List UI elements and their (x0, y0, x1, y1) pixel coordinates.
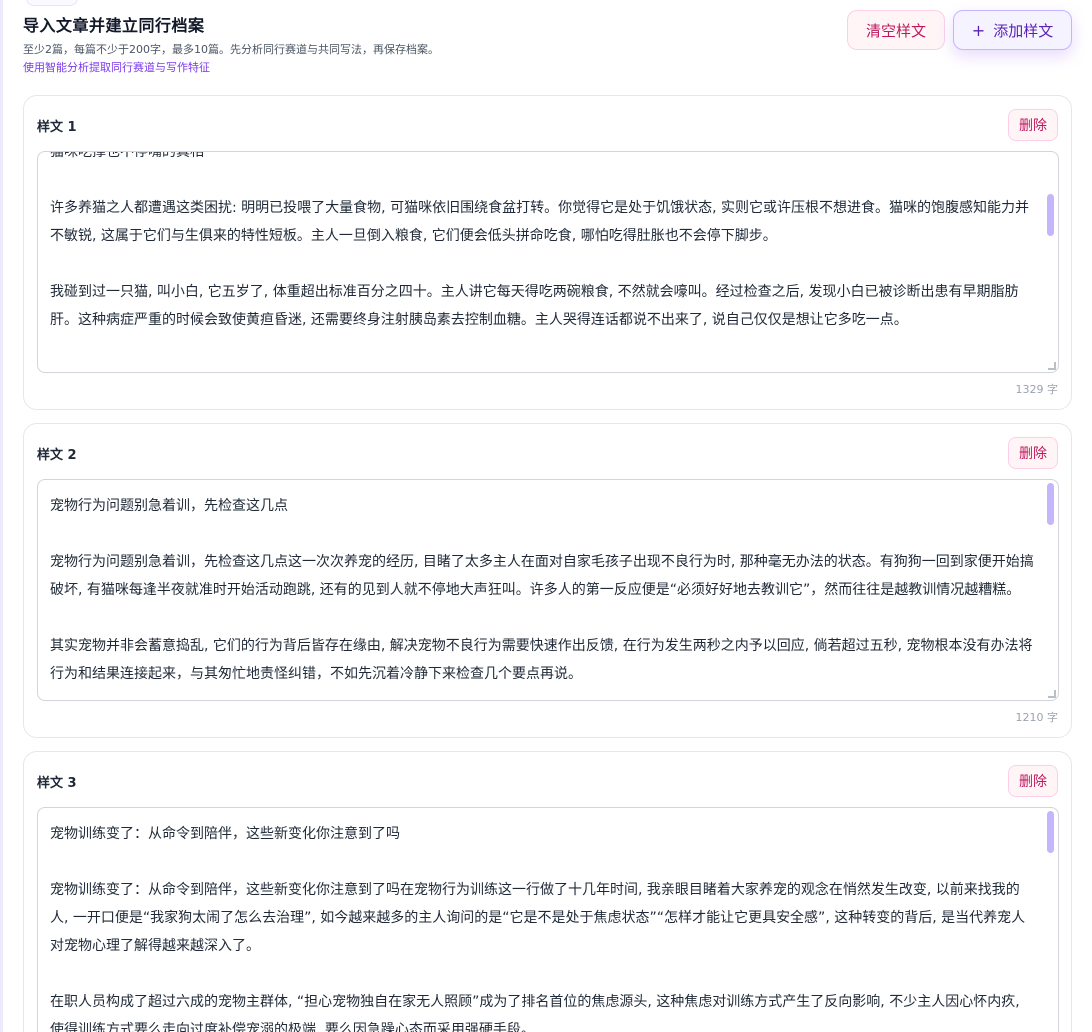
page-title: 导入文章并建立同行档案 (23, 16, 205, 35)
sample-paragraph: 许多养猫之人都遭遇这类困扰: 明明已投喂了大量食物, 可猫咪依旧围绕食盆打转。你… (50, 200, 1029, 244)
textarea-scrollbar[interactable] (1047, 483, 1054, 525)
delete-sample-button[interactable]: 删除 (1008, 109, 1058, 141)
sample-textarea[interactable]: 宠物行为问题别急着训，先检查这几点 宠物行为问题别急着训，先检查这几点这一次次养… (37, 479, 1059, 701)
char-count: 1210 字 (1015, 711, 1059, 724)
resize-handle[interactable] (1048, 690, 1056, 698)
sample-text-line: 猫咪吃撑也不停嘴的真相 (50, 151, 204, 160)
textarea-scrollbar[interactable] (1047, 811, 1054, 853)
sample-card: 样文 1 删除 猫咪吃撑也不停嘴的真相 许多养猫之人都遭遇这类困扰: 明明已投喂… (23, 95, 1072, 410)
char-count: 1329 字 (1015, 383, 1059, 396)
clear-samples-button[interactable]: 清空样文 (847, 10, 945, 50)
resize-handle[interactable] (1048, 362, 1056, 370)
sample-paragraph: 其实宠物并非会蓄意捣乱, 它们的行为背后皆存在缘由, 解决宠物不良行为需要快速作… (50, 638, 1033, 682)
sample-textarea[interactable]: 宠物训练变了：从命令到陪伴，这些新变化你注意到了吗 宠物训练变了：从命令到陪伴，… (37, 807, 1059, 1032)
sample-paragraph: 宠物行为问题别急着训，先检查这几点这一次次养宠的经历, 目睹了太多主人在面对自家… (50, 554, 1034, 598)
smart-analysis-link[interactable]: 使用智能分析提取同行赛道与写作特征 (23, 60, 823, 76)
sample-paragraph: 宠物训练变了：从命令到陪伴，这些新变化你注意到了吗 (50, 826, 400, 842)
sample-paragraph: 宠物训练变了：从命令到陪伴，这些新变化你注意到了吗在宠物行为训练这一行做了十几年… (50, 882, 1026, 954)
panel-header: 导入文章并建立同行档案 至少2篇，每篇不少于200字，最多10篇。先分析同行赛道… (23, 14, 823, 76)
delete-sample-button[interactable]: 删除 (1008, 437, 1058, 469)
requirements-text: 至少2篇，每篇不少于200字，最多10篇。先分析同行赛道与共同写法，再保存档案。 (23, 43, 439, 56)
scrolled-element-edge (26, 0, 78, 6)
import-articles-panel: 导入文章并建立同行档案 至少2篇，每篇不少于200字，最多10篇。先分析同行赛道… (0, 0, 1092, 1032)
sample-textarea[interactable]: 猫咪吃撑也不停嘴的真相 许多养猫之人都遭遇这类困扰: 明明已投喂了大量食物, 可… (37, 151, 1059, 373)
plus-icon: + (971, 20, 986, 40)
sample-card: 样文 2 删除 宠物行为问题别急着训，先检查这几点 宠物行为问题别急着训，先检查… (23, 423, 1072, 738)
sample-paragraph: 我碰到过一只猫, 叫小白, 它五岁了, 体重超出标准百分之四十。主人讲它每天得吃… (50, 284, 1019, 328)
sample-title: 样文 1 (37, 120, 77, 135)
sample-title: 样文 3 (37, 776, 77, 791)
sample-title: 样文 2 (37, 448, 77, 463)
add-sample-button[interactable]: + 添加样文 (953, 10, 1072, 50)
textarea-scrollbar[interactable] (1047, 194, 1054, 236)
delete-sample-button[interactable]: 删除 (1008, 765, 1058, 797)
left-border (0, 0, 3, 1032)
sample-card: 样文 3 删除 宠物训练变了：从命令到陪伴，这些新变化你注意到了吗 宠物训练变了… (23, 751, 1072, 1032)
sample-paragraph: 在职人员构成了超过六成的宠物主群体, “担心宠物独自在家无人照顾”成为了排名首位… (50, 994, 1020, 1032)
add-sample-label: 添加样文 (993, 21, 1054, 40)
sample-paragraph: 宠物行为问题别急着训，先检查这几点 (50, 498, 288, 514)
